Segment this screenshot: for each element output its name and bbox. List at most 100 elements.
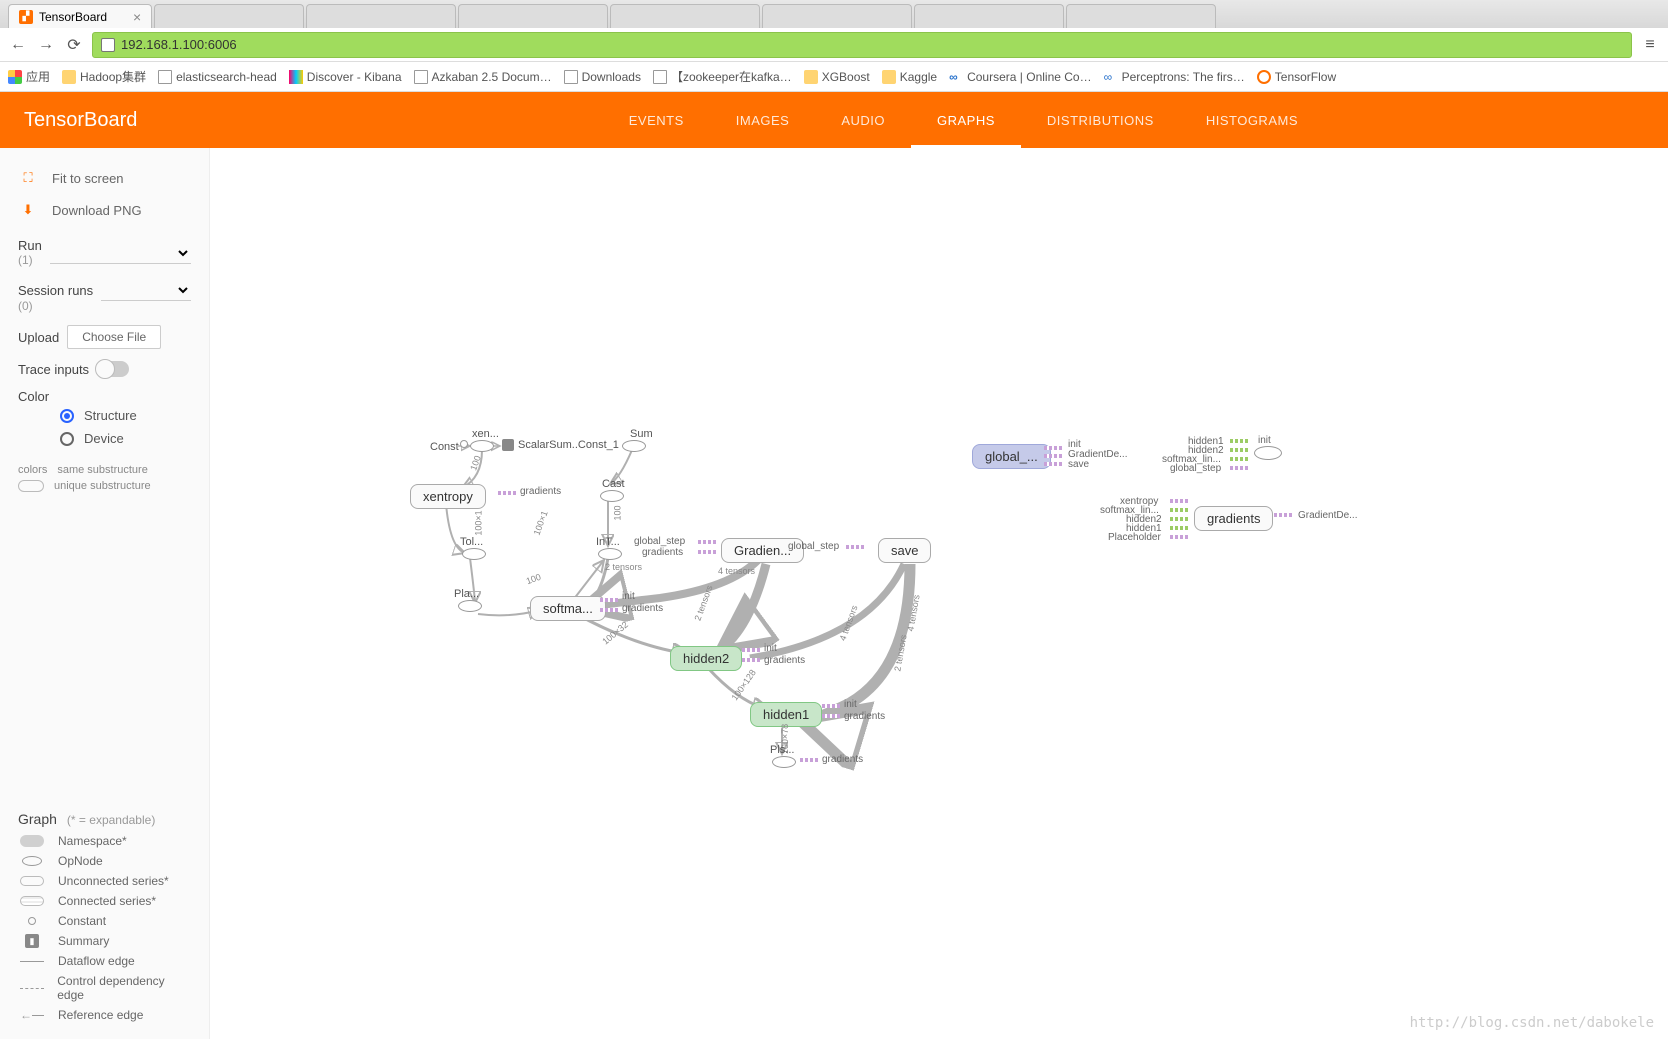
reload-icon[interactable]: ⟳ <box>64 35 84 55</box>
cast-op[interactable] <box>600 490 624 502</box>
const-op[interactable] <box>460 440 468 448</box>
port-icon <box>1170 526 1188 530</box>
bookmark-item[interactable]: XGBoost <box>804 70 870 84</box>
xentropy-node[interactable]: xentropy <box>410 484 486 509</box>
radio-checked-icon <box>60 409 74 423</box>
choose-file-button[interactable]: Choose File <box>67 325 161 349</box>
graph-edges <box>210 148 1668 1039</box>
bookmark-item[interactable]: Discover - Kibana <box>289 70 402 84</box>
int-op[interactable] <box>598 548 622 560</box>
menu-icon[interactable]: ≡ <box>1640 35 1660 55</box>
url-text: 192.168.1.100:6006 <box>121 37 237 52</box>
gradients-node[interactable]: gradients <box>1194 506 1273 531</box>
browser-tab-inactive[interactable] <box>306 4 456 28</box>
summary-icon[interactable] <box>502 439 514 451</box>
legend-connected: Connected series* <box>18 891 191 911</box>
pls-op[interactable] <box>772 756 796 768</box>
port-icon <box>1230 448 1248 452</box>
four-tensors-label: 4 tensors <box>718 566 755 576</box>
legend-unconnected: Unconnected series* <box>18 871 191 891</box>
legend-reference: Reference edge <box>18 1005 191 1025</box>
color-device-radio[interactable]: Device <box>60 431 191 446</box>
pla-op[interactable] <box>458 600 482 612</box>
placeholder-in-label: Placeholder <box>1108 532 1161 543</box>
tol-op[interactable] <box>462 548 486 560</box>
color-structure-radio[interactable]: Structure <box>60 408 191 423</box>
coursera-icon: ∞ <box>949 70 963 84</box>
run-select[interactable] <box>50 242 191 264</box>
browser-tab-inactive[interactable] <box>610 4 760 28</box>
globalstep-in-label: global_step <box>1170 463 1221 474</box>
forward-icon[interactable]: → <box>36 35 56 55</box>
tab-graphs[interactable]: GRAPHS <box>911 92 1021 148</box>
close-icon[interactable]: × <box>133 9 141 25</box>
tab-audio[interactable]: AUDIO <box>815 92 911 148</box>
edge-label: 100 <box>468 454 483 472</box>
color-label: Color <box>18 389 49 404</box>
legend-namespace: Namespace* <box>18 831 191 851</box>
browser-toolbar: ← → ⟳ 192.168.1.100:6006 ≡ <box>0 28 1668 62</box>
run-count: (1) <box>18 253 42 267</box>
port-icon <box>846 545 864 549</box>
port-icon <box>1044 454 1062 458</box>
xen-op[interactable] <box>470 440 494 452</box>
browser-tab-inactive[interactable] <box>154 4 304 28</box>
link-icon: ∞ <box>1104 70 1118 84</box>
bookmark-item[interactable]: ∞Coursera | Online Co… <box>949 70 1092 84</box>
tab-title: TensorBoard <box>39 10 107 24</box>
global-step-label: global_step <box>634 536 685 547</box>
two-tensors-label: 2 tensors <box>892 634 908 672</box>
browser-tab-inactive[interactable] <box>762 4 912 28</box>
two-tensors-label: 2 tensors <box>605 562 642 572</box>
session-select[interactable] <box>101 279 191 301</box>
fit-to-screen-button[interactable]: ⛶ Fit to screen <box>18 162 191 194</box>
graph-canvas[interactable]: Const xen... ScalarSum..Const_1 Sum Cast… <box>210 148 1668 1039</box>
tab-histograms[interactable]: HISTOGRAMS <box>1180 92 1324 148</box>
bookmark-item[interactable]: Azkaban 2.5 Docum… <box>414 70 552 84</box>
session-label: Session runs <box>18 283 93 298</box>
bookmark-item[interactable]: Hadoop集群 <box>62 68 146 85</box>
port-icon <box>822 704 840 708</box>
tab-distributions[interactable]: DISTRIBUTIONS <box>1021 92 1180 148</box>
browser-tab-inactive[interactable] <box>1066 4 1216 28</box>
edge-label: 100×32 <box>600 619 630 646</box>
gradients-label: gradients <box>622 603 663 614</box>
port-icon <box>1230 466 1248 470</box>
browser-tab-inactive[interactable] <box>458 4 608 28</box>
back-icon[interactable]: ← <box>8 35 28 55</box>
edge-label: 100×128 <box>729 668 757 703</box>
url-bar[interactable]: 192.168.1.100:6006 <box>92 32 1632 58</box>
bookmark-item[interactable]: ∞Perceptrons: The firs… <box>1104 70 1245 84</box>
softmax-node[interactable]: softma... <box>530 596 606 621</box>
tab-events[interactable]: EVENTS <box>603 92 710 148</box>
tensorboard-header: TensorBoard EVENTS IMAGES AUDIO GRAPHS D… <box>0 92 1668 148</box>
global-node[interactable]: global_... <box>972 444 1051 469</box>
apps-button[interactable]: 应用 <box>8 68 50 85</box>
bookmark-item[interactable]: Kaggle <box>882 70 937 84</box>
browser-tab-active[interactable]: ▞ TensorBoard × <box>8 4 152 28</box>
browser-tab-strip: ▞ TensorBoard × <box>0 0 1668 28</box>
bookmark-item[interactable]: elasticsearch-head <box>158 70 277 84</box>
tol-label: Tol... <box>460 536 483 548</box>
sum-op[interactable] <box>622 440 646 452</box>
trace-toggle[interactable] <box>97 361 129 377</box>
swatch-icon <box>18 480 44 492</box>
edge-label: 100 <box>525 572 543 587</box>
port-icon <box>600 608 618 612</box>
gradients-label: gradients <box>764 655 805 666</box>
hidden2-node[interactable]: hidden2 <box>670 646 742 671</box>
init-op[interactable] <box>1254 446 1282 460</box>
bookmark-item[interactable]: TensorFlow <box>1257 70 1336 84</box>
tab-images[interactable]: IMAGES <box>710 92 816 148</box>
download-png-button[interactable]: ⬇ Download PNG <box>18 194 191 226</box>
int-label: InT... <box>596 536 620 548</box>
gradientde-out-label: GradientDe... <box>1298 510 1357 521</box>
bookmark-item[interactable]: 【zookeeper在kafka… <box>653 68 792 85</box>
port-icon <box>742 658 760 662</box>
global-step-out: global_step <box>788 541 839 552</box>
kibana-icon <box>289 70 303 84</box>
browser-tab-inactive[interactable] <box>914 4 1064 28</box>
bookmark-item[interactable]: Downloads <box>564 70 641 84</box>
port-icon <box>698 550 716 554</box>
save-node[interactable]: save <box>878 538 931 563</box>
